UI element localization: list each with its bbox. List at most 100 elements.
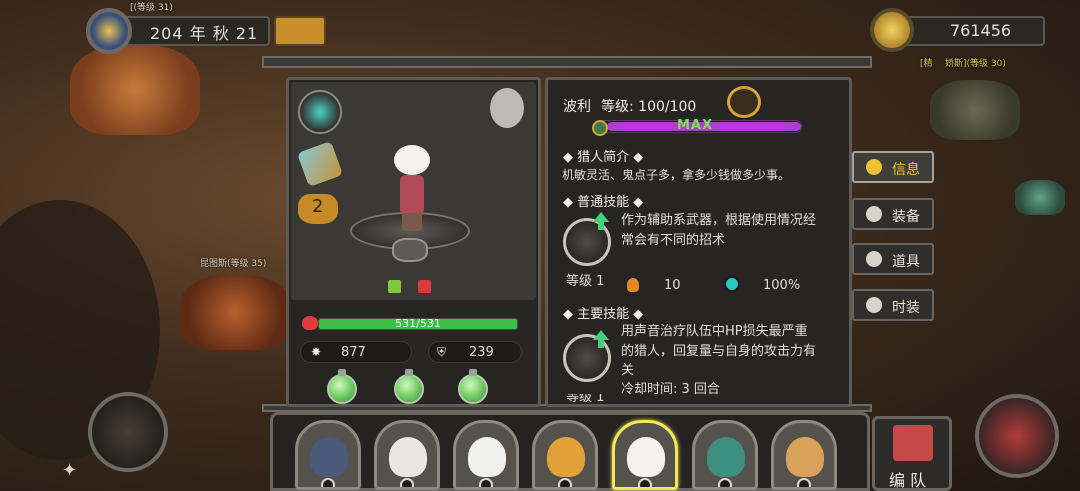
class-badge-icon <box>797 478 811 487</box>
potion-slot-1[interactable] <box>327 369 357 404</box>
polar-bear-hero-portrait <box>468 437 506 477</box>
roster-card-crocodile-hero[interactable] <box>692 420 758 490</box>
background-label-top: [(等级 31) <box>130 3 173 13</box>
background-label-right: 娇斯](等级 30) <box>945 59 1006 69</box>
main-skill-upgrade-arrow-icon <box>593 330 609 348</box>
potion-slot-2[interactable] <box>394 369 424 404</box>
main-skill-desc-1: 用声音治疗队伍中HP损失最严重 <box>621 324 808 339</box>
calendar-icon[interactable] <box>274 16 326 46</box>
poli-hero-portrait <box>627 437 665 477</box>
main-skill-desc-3: 关 <box>621 363 635 378</box>
roster-card-mole-hero[interactable] <box>295 420 361 490</box>
main-skill-cooldown: 冷却时间: 3 回合 <box>621 382 720 397</box>
roster-card-eagle-hero[interactable] <box>374 420 440 490</box>
home-building-button[interactable] <box>88 392 168 472</box>
intro-text: 机敏灵活、鬼点子多，拿多少钱做多少事。 <box>562 168 791 182</box>
battle-mech-button[interactable] <box>975 394 1059 478</box>
heart-icon <box>302 316 318 330</box>
tab-costume[interactable]: 时装 <box>852 289 934 321</box>
attack-stat: ✸ 877 <box>300 341 412 363</box>
team-button[interactable]: 编 队 <box>872 416 952 491</box>
potion-slot-3[interactable] <box>458 369 488 404</box>
normal-skill-title: ◆ 普通技能 ◆ <box>563 195 644 210</box>
defense-stat: ⛨ 239 <box>428 341 522 363</box>
coin-amount: 761456 <box>950 21 1012 40</box>
intro-title-text: 猎人简介 <box>577 150 630 165</box>
hp-value: 531/531 <box>395 317 441 330</box>
main-skill-title-text: 主要技能 <box>577 307 630 322</box>
tab-equipment[interactable]: 装备 <box>852 198 934 230</box>
defense-value: 239 <box>469 345 494 360</box>
xp-bar-emblem <box>592 120 608 136</box>
xp-max-label: MAX <box>677 118 714 133</box>
mole-hero-portrait <box>310 437 348 477</box>
background-label-left: 昆图斯(等级 35) <box>200 259 267 269</box>
class-badge-icon <box>321 478 335 487</box>
tab-items[interactable]: 道具 <box>852 243 934 275</box>
bag-icon <box>866 251 882 267</box>
normal-skill-rate: 100% <box>763 278 801 293</box>
class-badge-icon <box>638 478 652 487</box>
flame-icon <box>627 278 639 292</box>
giraffe-hero-portrait <box>786 437 824 477</box>
laurel-rank-icon <box>727 86 761 118</box>
background-monster-top-left <box>70 45 200 135</box>
normal-skill-cost: 10 <box>664 278 681 293</box>
info-icon <box>866 159 882 175</box>
season-moon-icon <box>86 8 132 54</box>
class-badge-icon <box>479 478 493 487</box>
element-badge-green <box>388 280 401 293</box>
shield-icon: ⛨ <box>437 345 447 359</box>
roster-card-polar-bear-hero[interactable] <box>453 420 519 490</box>
shirt-icon <box>866 297 882 313</box>
panel-top-rail <box>262 56 872 68</box>
character-hair <box>394 145 430 175</box>
roster-card-leopard-hero[interactable] <box>532 420 598 490</box>
weapon-icon[interactable] <box>298 90 342 134</box>
class-badge-icon <box>400 478 414 487</box>
attack-value: 877 <box>341 345 366 360</box>
crocodile-hero-portrait <box>707 437 745 477</box>
tab-items-label: 道具 <box>892 254 920 270</box>
main-skill-title: ◆ 主要技能 ◆ <box>563 307 644 322</box>
normal-skill-upgrade-arrow-icon <box>593 212 609 230</box>
element-badge-red <box>418 280 431 293</box>
character-legs <box>402 213 422 231</box>
tab-info-label: 信息 <box>892 162 920 178</box>
tab-equipment-label: 装备 <box>892 209 920 225</box>
xp-bar-track: MAX <box>596 118 802 133</box>
intro-title: ◆ 猎人简介 ◆ <box>563 150 644 165</box>
normal-skill-desc-1: 作为辅助系武器，根据使用情况经 <box>621 213 817 228</box>
roster-card-poli-hero[interactable] <box>612 420 678 490</box>
background-plant-right <box>1015 180 1065 215</box>
game-date: 204 年 秋 21 <box>150 24 259 43</box>
background-label-right-prefix: [精 <box>920 59 933 69</box>
helmet-icon <box>866 206 882 222</box>
character-body <box>400 175 424 215</box>
hit-rate-icon <box>724 276 740 292</box>
character-sprite <box>390 145 434 235</box>
horn-weapon-icon <box>392 238 428 262</box>
coin-icon <box>870 8 914 52</box>
background-monster-right <box>930 80 1020 140</box>
class-badge-icon <box>558 478 572 487</box>
add-pet-icon[interactable] <box>490 88 524 128</box>
tab-info[interactable]: 信息 <box>852 151 934 183</box>
hero-level: 等级: 100/100 <box>601 99 697 115</box>
main-skill-level-clip: 等级 1 <box>566 394 626 402</box>
hp-bar-track: 531/531 <box>318 317 518 330</box>
eagle-hero-portrait <box>389 437 427 477</box>
hero-name: 波利 <box>563 99 591 115</box>
normal-skill-desc-2: 常会有不同的招术 <box>621 233 726 248</box>
rank-badge-number: 2 <box>312 196 324 217</box>
leopard-hero-portrait <box>547 437 585 477</box>
team-icon <box>893 425 933 461</box>
star-icon: ✦ <box>62 460 78 481</box>
main-skill-level: 等级 1 <box>566 394 605 402</box>
class-badge-icon <box>718 478 732 487</box>
normal-skill-level: 等级 1 <box>566 274 605 289</box>
background-monster-left <box>180 275 290 350</box>
normal-skill-title-text: 普通技能 <box>577 195 630 210</box>
roster-card-giraffe-hero[interactable] <box>771 420 837 490</box>
attack-icon: ✸ <box>311 345 322 359</box>
